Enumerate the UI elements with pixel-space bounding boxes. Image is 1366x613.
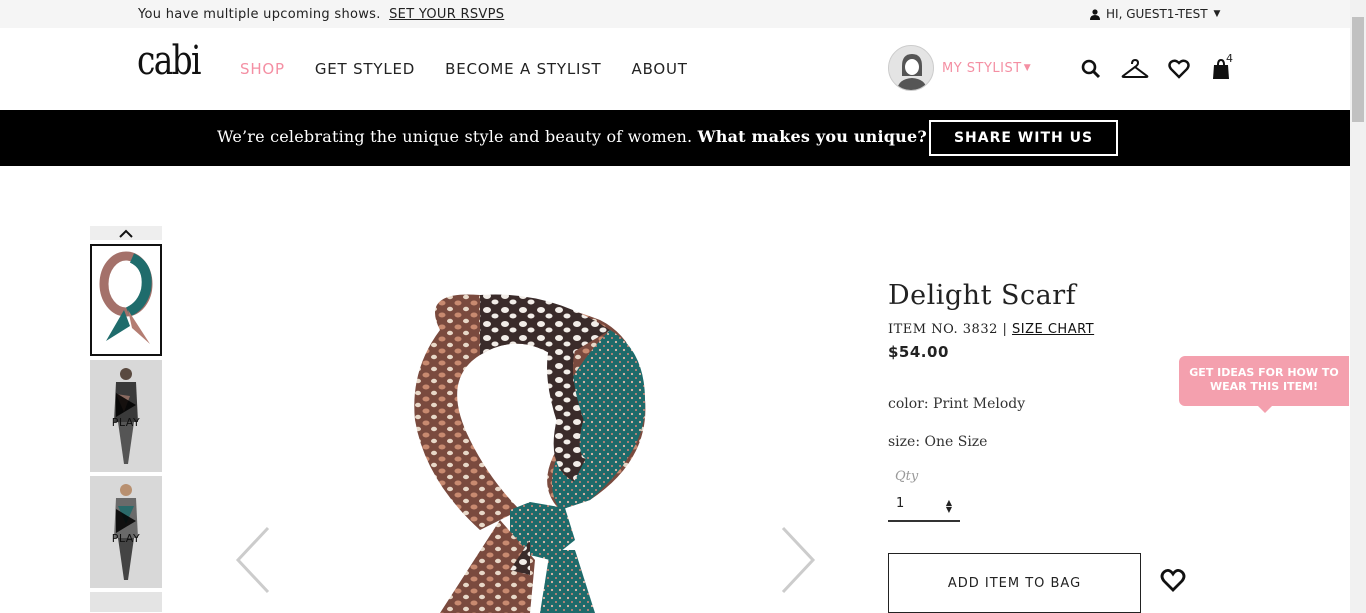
- promo-banner: We’re celebrating the unique style and b…: [0, 110, 1350, 166]
- thumbnail-video-1[interactable]: PLAY: [90, 360, 162, 472]
- thumbnail-scarf[interactable]: [90, 244, 162, 356]
- stepper-arrows-icon[interactable]: ▲ ▼: [946, 496, 952, 516]
- play-icon: [116, 509, 136, 533]
- thumbnail-partial[interactable]: [90, 592, 162, 612]
- user-greeting: HI, GUEST1-TEST: [1106, 7, 1208, 21]
- chevron-down-icon: ▼: [1213, 9, 1221, 19]
- previous-image-arrow-icon[interactable]: [233, 525, 273, 595]
- banner-message: We’re celebrating the unique style and b…: [217, 127, 693, 146]
- color-label: color:: [888, 396, 929, 412]
- thumbnail-video-2[interactable]: PLAY: [90, 476, 162, 588]
- stylist-avatar: [888, 45, 934, 91]
- user-menu[interactable]: HI, GUEST1-TEST ▼: [1090, 7, 1220, 21]
- product-info: Delight Scarf: [888, 280, 1076, 311]
- avatar-silhouette-icon: [889, 46, 933, 90]
- upcoming-shows-message: You have multiple upcoming shows. SET YO…: [138, 7, 504, 22]
- banner-bold-message: What makes you unique?: [697, 127, 927, 146]
- main-nav: SHOP GET STYLED BECOME A STYLIST ABOUT: [240, 60, 688, 78]
- color-row: color: Print Melody: [888, 396, 1025, 412]
- nav-shop[interactable]: SHOP: [240, 60, 285, 78]
- nav-about[interactable]: ABOUT: [632, 60, 688, 78]
- hanger-icon[interactable]: [1121, 58, 1149, 80]
- separator: |: [1002, 322, 1013, 337]
- page-scrollbar[interactable]: [1350, 0, 1366, 613]
- qty-label: Qty: [895, 469, 919, 484]
- nav-get-styled[interactable]: GET STYLED: [315, 60, 415, 78]
- product-main-image: [414, 294, 646, 613]
- header-icons: 4: [1079, 52, 1233, 80]
- heart-icon[interactable]: [1167, 58, 1191, 80]
- add-to-bag-button[interactable]: ADD ITEM TO BAG: [888, 553, 1141, 613]
- share-with-us-button[interactable]: SHARE WITH US: [929, 120, 1118, 156]
- search-icon[interactable]: [1079, 58, 1103, 80]
- scarf-thumbnail-image: [92, 246, 160, 354]
- next-image-arrow-icon[interactable]: [778, 525, 818, 595]
- size-chart-link[interactable]: SIZE CHART: [1012, 322, 1094, 337]
- site-header: cabi SHOP GET STYLED BECOME A STYLIST AB…: [0, 28, 1350, 110]
- banner-text: We’re celebrating the unique style and b…: [217, 127, 927, 146]
- bag-count: 4: [1226, 52, 1233, 65]
- play-label: PLAY: [111, 416, 141, 429]
- get-ideas-tab[interactable]: GET IDEAS FOR HOW TO WEAR THIS ITEM!: [1179, 356, 1349, 413]
- chevron-down-icon: ▼: [1023, 63, 1031, 73]
- upcoming-shows-text: You have multiple upcoming shows.: [138, 7, 381, 22]
- my-stylist-label: MY STYLIST: [942, 60, 1022, 76]
- qty-value: 1: [896, 496, 905, 511]
- item-number: ITEM NO. 3832: [888, 322, 998, 337]
- color-value: Print Melody: [933, 396, 1026, 412]
- user-icon: [1090, 8, 1100, 20]
- chevron-up-icon[interactable]: [90, 226, 162, 240]
- shopping-bag-icon[interactable]: 4: [1209, 52, 1233, 80]
- play-icon: [116, 393, 136, 417]
- play-label: PLAY: [111, 532, 141, 545]
- set-rsvps-link[interactable]: SET YOUR RSVPS: [389, 7, 504, 22]
- size-row: size: One Size: [888, 434, 987, 450]
- product-title: Delight Scarf: [888, 280, 1077, 311]
- my-stylist-menu[interactable]: MY STYLIST ▼: [888, 45, 1031, 91]
- size-label: size:: [888, 434, 921, 450]
- cabi-logo[interactable]: cabi: [137, 38, 201, 84]
- product-price: $54.00: [888, 343, 949, 361]
- top-announcement-bar: You have multiple upcoming shows. SET YO…: [0, 0, 1350, 28]
- item-number-row: ITEM NO. 3832 | SIZE CHART: [888, 322, 1094, 337]
- nav-become-a-stylist[interactable]: BECOME A STYLIST: [445, 60, 601, 78]
- thumbnail-gallery: PLAY PLAY: [90, 226, 162, 612]
- wishlist-heart-icon[interactable]: [1160, 569, 1186, 593]
- quantity-stepper[interactable]: 1 ▲ ▼: [888, 492, 960, 522]
- scrollbar-thumb[interactable]: [1352, 17, 1364, 122]
- size-value: One Size: [924, 434, 988, 450]
